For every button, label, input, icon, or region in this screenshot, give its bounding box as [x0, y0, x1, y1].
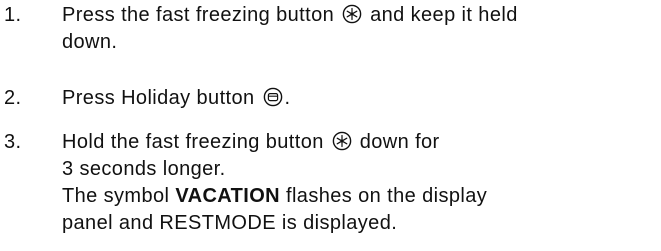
step-line: Press the fast freezing button and keep … — [62, 2, 657, 29]
step-line: 3 seconds longer. — [62, 158, 226, 180]
step-text-segment: and keep it held — [370, 4, 518, 26]
holiday-icon — [263, 87, 283, 107]
step-text-segment: . — [284, 87, 291, 109]
instruction-page: 1. Press the fast freezing button and ke… — [0, 0, 661, 251]
step-number: 3. — [4, 131, 22, 153]
fast-freeze-icon — [332, 131, 352, 151]
fast-freeze-icon — [342, 4, 362, 24]
step-number: 2. — [4, 87, 22, 109]
step-text-segment: The symbol — [62, 185, 170, 207]
step-line: down. — [62, 31, 118, 53]
step-text: Hold the fast freezing button down for 3… — [62, 129, 657, 237]
step-line: Hold the fast freezing button down for — [62, 129, 657, 156]
step-text-segment: Press Holiday button — [62, 87, 255, 109]
vacation-symbol-label: VACATION — [175, 185, 281, 207]
step-line: Press Holiday button . — [62, 85, 657, 112]
step-text-segment: Hold the fast freezing button — [62, 131, 324, 153]
step-text-segment: flashes on the display — [286, 185, 488, 207]
step-line: panel and RESTMODE is displayed. — [62, 212, 398, 234]
step-text-segment: down for — [359, 131, 440, 153]
step-text-segment: Press the fast freezing button — [62, 4, 335, 26]
step-line: The symbol VACATION flashes on the displ… — [62, 183, 657, 210]
step-text: Press the fast freezing button and keep … — [62, 2, 657, 56]
step-number: 1. — [4, 4, 22, 26]
step-text: Press Holiday button . — [62, 85, 657, 112]
